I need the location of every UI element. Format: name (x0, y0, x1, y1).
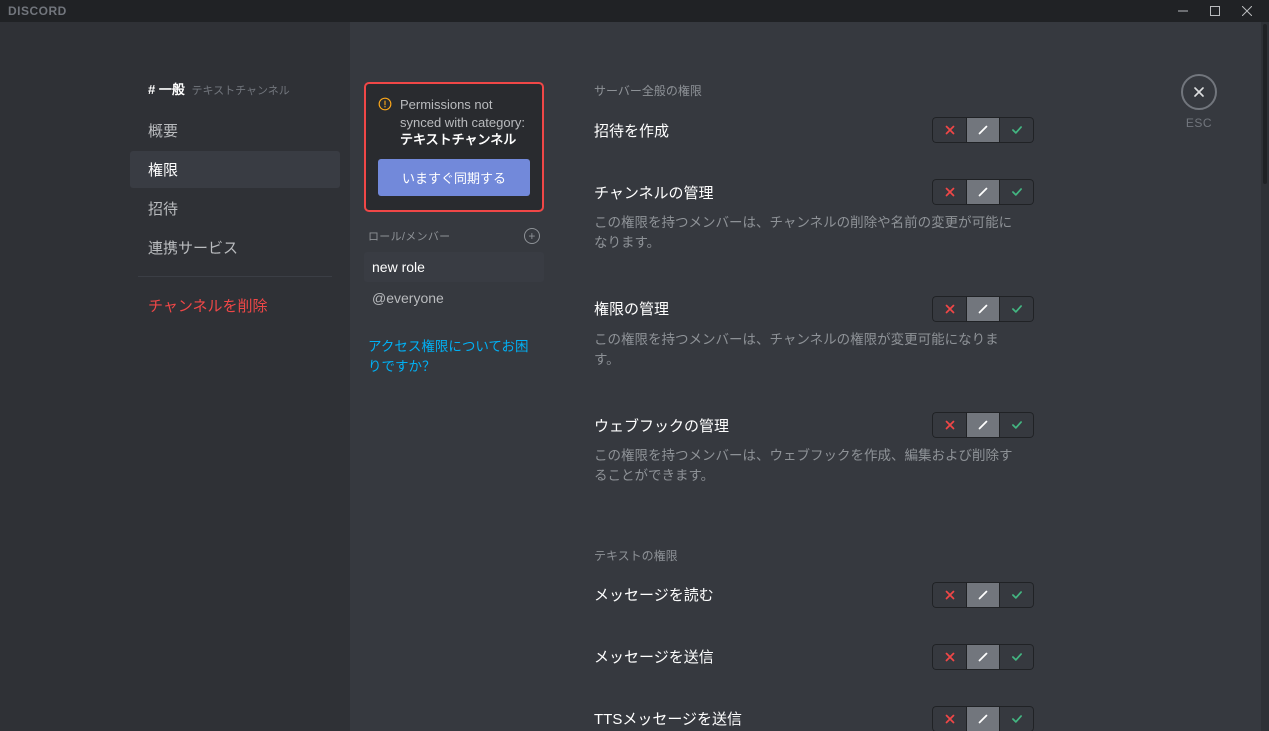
maximize-button[interactable] (1201, 0, 1229, 22)
toggle-allow[interactable] (1000, 412, 1034, 438)
settings-sidebar: # 一般 テキストチャンネル 概要 権限 招待 連携サービス チャンネルを削除 (0, 22, 350, 731)
roles-members-label: ロール/メンバー (368, 228, 450, 244)
close-window-button[interactable] (1233, 0, 1261, 22)
toggle-allow[interactable] (1000, 296, 1034, 322)
scrollbar-thumb[interactable] (1263, 24, 1267, 184)
toggle-passthrough[interactable] (966, 644, 1000, 670)
nav-divider (138, 276, 332, 277)
toggle-passthrough[interactable] (966, 117, 1000, 143)
toggle-allow[interactable] (1000, 644, 1034, 670)
perm-manage-perms-label: 権限の管理 (594, 298, 669, 319)
toggle-deny[interactable] (932, 706, 966, 731)
section-text-permissions: テキストの権限 (594, 547, 1034, 564)
warning-icon (378, 97, 392, 149)
nav-delete-channel[interactable]: チャンネルを削除 (130, 287, 340, 324)
perm-manage-channel-label: チャンネルの管理 (594, 182, 714, 203)
sync-permissions-box: Permissions not synced with category: テキ… (364, 82, 544, 212)
sync-now-button[interactable]: いますぐ同期する (378, 159, 530, 196)
toggle-passthrough[interactable] (966, 296, 1000, 322)
perm-manage-webhooks-toggle[interactable] (932, 412, 1034, 438)
perm-manage-webhooks-desc: この権限を持つメンバーは、ウェブフックを作成、編集および削除することができます。 (594, 446, 1024, 487)
toggle-passthrough[interactable] (966, 179, 1000, 205)
sync-message-text: Permissions not synced with category: (400, 97, 525, 130)
permissions-column: サーバー全般の権限 招待を作成 チャンネルの管理 (554, 22, 1074, 731)
perm-manage-channel-desc: この権限を持つメンバーは、チャンネルの削除や名前の変更が可能になります。 (594, 213, 1024, 254)
perm-manage-perms-desc: この権限を持つメンバーは、チャンネルの権限が変更可能になります。 (594, 330, 1024, 371)
toggle-deny[interactable] (932, 179, 966, 205)
roles-column: Permissions not synced with category: テキ… (350, 22, 554, 731)
close-button[interactable] (1181, 74, 1217, 110)
section-server-permissions: サーバー全般の権限 (594, 82, 1034, 99)
toggle-passthrough[interactable] (966, 412, 1000, 438)
perm-manage-channel-toggle[interactable] (932, 179, 1034, 205)
titlebar: DISCORD (0, 0, 1269, 22)
close-settings: ESC (1181, 74, 1217, 130)
toggle-deny[interactable] (932, 117, 966, 143)
nav-integrations[interactable]: 連携サービス (130, 229, 340, 266)
perm-send-messages-label: メッセージを送信 (594, 646, 714, 667)
perm-tts-messages-label: TTSメッセージを送信 (594, 708, 742, 729)
perm-read-messages-label: メッセージを読む (594, 584, 714, 605)
nav-permissions[interactable]: 権限 (130, 151, 340, 188)
channel-type-label: テキストチャンネル (191, 85, 289, 97)
window-controls (1169, 0, 1261, 22)
roles-members-header: ロール/メンバー + (368, 228, 540, 244)
nav-overview[interactable]: 概要 (130, 112, 340, 149)
toggle-allow[interactable] (1000, 117, 1034, 143)
nav-invites[interactable]: 招待 (130, 190, 340, 227)
channel-name: # 一般 (148, 82, 185, 97)
add-role-button[interactable]: + (524, 228, 540, 244)
perm-manage-webhooks-label: ウェブフックの管理 (594, 415, 729, 436)
perm-send-messages-toggle[interactable] (932, 644, 1034, 670)
channel-header: # 一般 テキストチャンネル (130, 82, 340, 98)
toggle-passthrough[interactable] (966, 582, 1000, 608)
role-item-newrole[interactable]: new role (364, 252, 544, 282)
toggle-allow[interactable] (1000, 582, 1034, 608)
perm-create-invite-toggle[interactable] (932, 117, 1034, 143)
permissions-help-link[interactable]: アクセス権限についてお困りですか？ (364, 337, 544, 378)
perm-read-messages-toggle[interactable] (932, 582, 1034, 608)
toggle-allow[interactable] (1000, 706, 1034, 731)
sync-message-category: テキストチャンネル (400, 132, 516, 147)
app-brand: DISCORD (8, 4, 67, 18)
toggle-passthrough[interactable] (966, 706, 1000, 731)
minimize-button[interactable] (1169, 0, 1197, 22)
sync-message: Permissions not synced with category: テキ… (400, 96, 530, 149)
toggle-deny[interactable] (932, 296, 966, 322)
perm-create-invite-label: 招待を作成 (594, 120, 669, 141)
scrollbar-track[interactable] (1261, 22, 1269, 731)
esc-label: ESC (1181, 116, 1217, 130)
toggle-deny[interactable] (932, 582, 966, 608)
perm-tts-messages-toggle[interactable] (932, 706, 1034, 731)
toggle-allow[interactable] (1000, 179, 1034, 205)
toggle-deny[interactable] (932, 412, 966, 438)
toggle-deny[interactable] (932, 644, 966, 670)
perm-manage-perms-toggle[interactable] (932, 296, 1034, 322)
role-item-everyone[interactable]: @everyone (364, 283, 544, 313)
